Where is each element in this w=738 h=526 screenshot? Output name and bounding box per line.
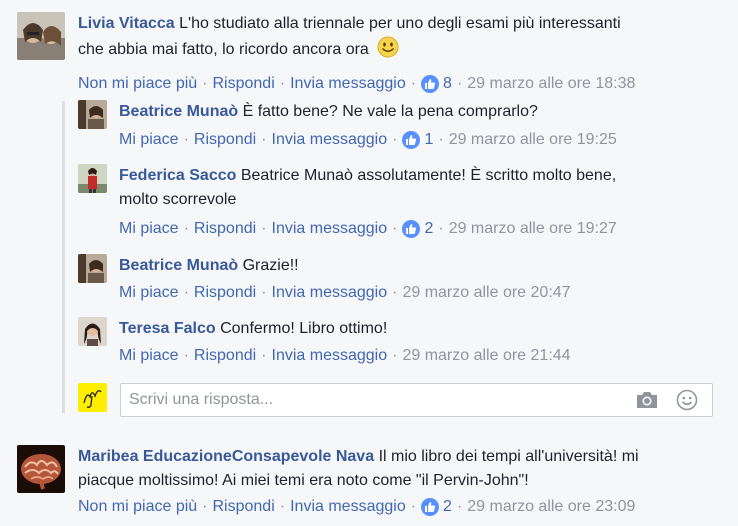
reply-author[interactable]: Teresa Falco [119,320,216,337]
reply-author[interactable]: Federica Sacco [119,167,236,184]
timestamp[interactable]: 29 marzo alle ore 19:25 [449,128,617,152]
thumbs-up-icon [402,131,421,149]
comment-actions: Non mi piace più · Rispondi · Invia mess… [78,72,635,96]
thumbs-up-icon [402,220,421,238]
reply-button[interactable]: Rispondi [194,281,256,305]
reply: Teresa Falco Confermo! Libro ottimo! Mi … [78,317,571,368]
reply-button[interactable]: Rispondi [194,128,256,152]
timestamp[interactable]: 29 marzo alle ore 18:38 [467,72,635,96]
like-count-badge[interactable]: 1 [402,128,433,152]
reply-actions: Mi piace · Rispondi · Invia messaggio · … [119,344,571,368]
reply-author[interactable]: Beatrice Munaò [119,257,238,274]
timestamp[interactable]: 29 marzo alle ore 19:27 [449,217,617,241]
like-count-badge[interactable]: 2 [402,217,433,241]
message-button[interactable]: Invia messaggio [272,281,388,305]
reply-text: Teresa Falco Confermo! Libro ottimo! [119,320,388,337]
comment-author[interactable]: Maribea EducazioneConsapevole Nava [78,448,374,465]
message-button[interactable]: Invia messaggio [272,344,388,368]
reply-author[interactable]: Beatrice Munaò [119,103,238,120]
reply-text: Beatrice Munaò Grazie!! [119,257,299,274]
comment-text: Maribea EducazioneConsapevole Nava Il mi… [78,448,639,465]
reply-input-placeholder: Scrivi una risposta... [129,391,274,408]
reply-button[interactable]: Rispondi [213,72,275,96]
emoji-picker-icon[interactable] [676,389,698,416]
avatar[interactable] [78,100,107,129]
comment: Livia Vitacca L'ho studiato alla trienna… [17,12,635,96]
thread-line [62,101,65,413]
reply: Beatrice Munaò È fatto bene? Ne vale la … [78,100,617,152]
reply-actions: Mi piace · Rispondi · Invia messaggio · … [119,128,617,152]
current-user-avatar[interactable] [78,383,107,412]
reply-actions: Mi piace · Rispondi · Invia messaggio · … [119,281,571,305]
unlike-button[interactable]: Non mi piace più [78,495,197,519]
avatar[interactable] [78,317,107,346]
message-button[interactable]: Invia messaggio [290,72,406,96]
message-button[interactable]: Invia messaggio [272,128,388,152]
avatar[interactable] [17,12,65,60]
like-count-badge[interactable]: 2 [421,495,452,519]
timestamp[interactable]: 29 marzo alle ore 23:09 [467,495,635,519]
comment-author[interactable]: Livia Vitacca [78,15,175,32]
like-count-badge[interactable]: 8 [421,72,452,96]
avatar[interactable] [17,445,65,493]
smile-emoji-icon [377,36,399,66]
timestamp[interactable]: 29 marzo alle ore 21:44 [402,344,570,368]
reply-text: Federica Sacco Beatrice Munaò assolutame… [119,167,617,184]
avatar[interactable] [78,164,107,193]
reply: Federica Sacco Beatrice Munaò assolutame… [78,164,617,241]
comment: Maribea EducazioneConsapevole Nava Il mi… [17,445,639,519]
reply-button[interactable]: Rispondi [194,217,256,241]
like-button[interactable]: Mi piace [119,281,179,305]
reply-actions: Mi piace · Rispondi · Invia messaggio · … [119,217,617,241]
camera-icon[interactable] [635,389,659,416]
thumbs-up-icon [421,75,440,93]
message-button[interactable]: Invia messaggio [272,217,388,241]
reply-button[interactable]: Rispondi [194,344,256,368]
message-button[interactable]: Invia messaggio [290,495,406,519]
reply-input[interactable]: Scrivi una risposta... [120,383,713,417]
avatar[interactable] [78,254,107,283]
comment-actions: Non mi piace più · Rispondi · Invia mess… [78,495,639,519]
thumbs-up-icon [421,498,440,516]
timestamp[interactable]: 29 marzo alle ore 20:47 [402,281,570,305]
like-button[interactable]: Mi piace [119,217,179,241]
comment-text: Livia Vitacca L'ho studiato alla trienna… [78,15,621,32]
unlike-button[interactable]: Non mi piace più [78,72,197,96]
reply: Beatrice Munaò Grazie!! Mi piace · Rispo… [78,254,571,305]
reply-text: Beatrice Munaò È fatto bene? Ne vale la … [119,103,538,120]
reply-button[interactable]: Rispondi [213,495,275,519]
like-button[interactable]: Mi piace [119,344,179,368]
like-button[interactable]: Mi piace [119,128,179,152]
